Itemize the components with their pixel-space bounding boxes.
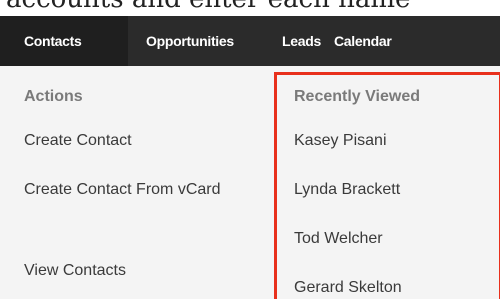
actions-heading: Actions — [24, 88, 83, 105]
recent-item-tod-welcher[interactable]: Tod Welcher — [294, 224, 383, 254]
recent-item-gerard-skelton[interactable]: Gerard Skelton — [294, 273, 402, 299]
recent-item-lynda-brackett[interactable]: Lynda Brackett — [294, 175, 400, 205]
recently-viewed-column: Recently Viewed Kasey Pisani Lynda Brack… — [274, 66, 500, 299]
tab-opportunities[interactable]: Opportunities — [128, 16, 264, 66]
menu-item-view-contacts[interactable]: View Contacts — [24, 256, 126, 286]
tab-contacts[interactable]: Contacts — [0, 16, 128, 66]
page: accounts and enter each name Contacts Op… — [0, 0, 500, 299]
menu-item-create-contact-from-vcard[interactable]: Create Contact From vCard — [24, 175, 244, 205]
recently-viewed-heading: Recently Viewed — [294, 88, 420, 105]
contacts-dropdown-menu: Actions Create Contact Create Contact Fr… — [0, 66, 500, 299]
actions-column: Actions Create Contact Create Contact Fr… — [0, 66, 270, 299]
top-navigation-bar: Contacts Opportunities Leads Calendar — [0, 16, 500, 66]
document-caption-text: accounts and enter each name — [0, 0, 500, 16]
menu-item-create-contact[interactable]: Create Contact — [24, 126, 132, 156]
recent-item-kasey-pisani[interactable]: Kasey Pisani — [294, 126, 387, 156]
tab-leads[interactable]: Leads — [264, 16, 326, 66]
tab-calendar[interactable]: Calendar — [326, 16, 406, 66]
